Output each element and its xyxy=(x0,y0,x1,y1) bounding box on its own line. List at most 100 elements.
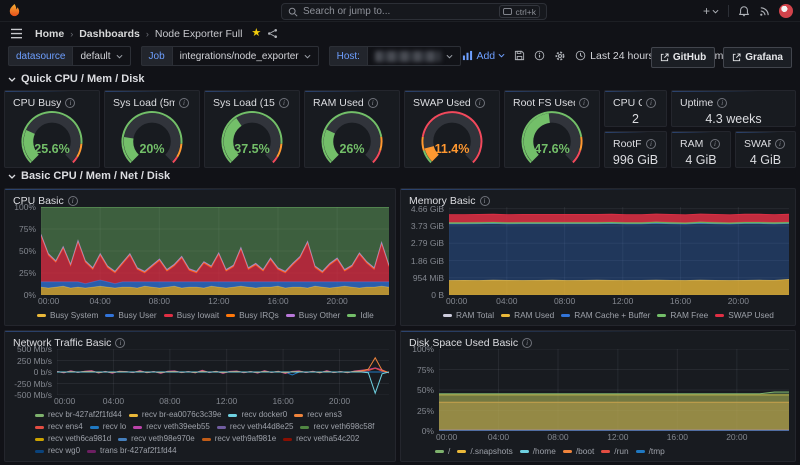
section-quick-cpu-mem-disk[interactable]: Quick CPU / Mem / Disk xyxy=(8,73,144,85)
chevron-down-icon xyxy=(712,9,719,14)
info-icon[interactable]: i xyxy=(775,139,785,149)
plot-area[interactable] xyxy=(449,207,789,295)
info-icon[interactable]: i xyxy=(475,98,485,108)
dashboard-settings-gear-icon[interactable] xyxy=(554,50,566,62)
info-icon[interactable]: i xyxy=(179,98,189,108)
add-button[interactable]: Add xyxy=(462,50,505,62)
panel-title[interactable]: Root FS Used xyxy=(513,97,575,109)
legend-item[interactable]: RAM Cache + Buffer xyxy=(561,309,650,321)
info-icon[interactable]: i xyxy=(646,98,656,108)
legend-item[interactable]: recv ens3 xyxy=(294,409,342,421)
legend-item[interactable]: RAM Free xyxy=(657,309,708,321)
plot-area[interactable] xyxy=(439,349,789,431)
legend-color-key xyxy=(283,438,292,441)
github-link-button[interactable]: GitHub xyxy=(651,47,715,68)
legend-item[interactable]: recv docker0 xyxy=(228,409,287,421)
panel-title[interactable]: Sys Load (5m avg xyxy=(113,97,175,109)
plot-area[interactable] xyxy=(57,349,389,395)
variable-job-select[interactable]: integrations/node_exporter xyxy=(172,46,319,66)
legend-item[interactable]: SWAP Used xyxy=(715,309,774,321)
info-icon[interactable]: i xyxy=(522,338,532,348)
share-icon[interactable] xyxy=(267,28,278,39)
legend-item[interactable]: recv veth39eeb55 xyxy=(133,421,210,433)
search-input[interactable]: Search or jump to... ctrl+k xyxy=(281,3,547,20)
legend-item[interactable]: recv veth98e970e xyxy=(118,433,195,445)
legend-item[interactable]: /tmp xyxy=(636,445,665,457)
legend-item[interactable]: recv ens4 xyxy=(35,421,83,433)
legend-item[interactable]: Busy User xyxy=(105,309,156,321)
legend-item[interactable]: RAM Total xyxy=(443,309,494,321)
info-icon[interactable]: i xyxy=(368,98,378,108)
legend-item[interactable]: / xyxy=(435,445,450,457)
root-fs-used-gauge: 47.6% xyxy=(505,109,599,165)
section-basic-cpu-mem-net-disk[interactable]: Basic CPU / Mem / Net / Disk xyxy=(8,170,170,182)
legend-color-key xyxy=(657,314,666,317)
breadcrumb-home[interactable]: Home xyxy=(35,28,64,40)
y-axis-label: 50% xyxy=(417,385,434,395)
variable-label: datasource xyxy=(8,46,72,66)
info-icon[interactable]: i xyxy=(480,196,490,206)
panel-title[interactable]: Sys Load (15m av xyxy=(213,97,275,109)
memory-basic-chart[interactable]: 0 B954 MiB1.86 GiB2.79 GiB3.73 GiB4.66 G… xyxy=(407,207,789,322)
info-icon[interactable]: i xyxy=(279,98,289,108)
svg-text:37.5%: 37.5% xyxy=(234,142,269,156)
legend-item[interactable]: Busy Iowait xyxy=(164,309,219,321)
legend-item[interactable]: recv veth44d8e25 xyxy=(217,421,294,433)
dashboard-insights-icon[interactable] xyxy=(534,50,545,61)
user-avatar[interactable] xyxy=(779,4,793,18)
info-icon[interactable]: i xyxy=(65,98,75,108)
hamburger-menu-icon[interactable] xyxy=(10,28,23,39)
grafana-logo[interactable] xyxy=(7,3,22,18)
panel-title[interactable]: CPU Co xyxy=(613,97,642,109)
legend-color-key xyxy=(501,314,510,317)
save-dashboard-icon[interactable] xyxy=(514,50,525,61)
breadcrumb-dashboards[interactable]: Dashboards xyxy=(79,28,140,40)
legend-item[interactable]: recv veth698c58f xyxy=(300,421,374,433)
legend-item[interactable]: Busy IRQs xyxy=(226,309,279,321)
legend-item[interactable]: recv veth9af981e xyxy=(202,433,276,445)
panel-title[interactable]: SWAP Used xyxy=(413,97,471,109)
legend-item[interactable]: recv lo xyxy=(90,421,127,433)
legend-item[interactable]: RAM Used xyxy=(501,309,554,321)
legend-item[interactable]: /boot xyxy=(563,445,594,457)
news-rss-icon[interactable] xyxy=(759,6,770,17)
svg-text:47.6%: 47.6% xyxy=(534,142,569,156)
info-icon[interactable]: i xyxy=(646,139,656,149)
legend-item[interactable]: recv vetha54c202 xyxy=(283,433,359,445)
panel-title[interactable]: CPU Busy xyxy=(13,97,61,109)
favorite-star-icon[interactable]: ★ xyxy=(251,28,261,39)
plot-area[interactable] xyxy=(41,207,389,295)
info-icon[interactable]: i xyxy=(115,338,125,348)
legend-item[interactable]: Busy System xyxy=(37,309,98,321)
panel-title[interactable]: RootFS xyxy=(613,138,642,150)
info-icon[interactable]: i xyxy=(68,196,78,206)
variable-host-select[interactable] xyxy=(367,46,461,66)
network-traffic-basic-chart[interactable]: 500 Mb/s250 Mb/s0 b/s-250 Mb/s-500 Mb/s0… xyxy=(11,349,389,458)
variable-datasource-select[interactable]: default xyxy=(72,46,130,66)
legend-item[interactable]: Busy Other xyxy=(286,309,341,321)
notifications-bell-icon[interactable] xyxy=(738,5,750,17)
info-icon[interactable]: i xyxy=(717,98,727,108)
grafana-link-button[interactable]: Grafana xyxy=(723,47,792,68)
legend-item[interactable]: recv wg0 xyxy=(35,445,80,457)
legend-item[interactable]: /run xyxy=(601,445,628,457)
panel-title[interactable]: Uptime xyxy=(680,97,713,109)
legend-item[interactable]: recv br-427af2f1fd44 xyxy=(35,409,122,421)
panel-title[interactable]: RAM Used xyxy=(313,97,364,109)
cpu-basic-chart[interactable]: 0%25%50%75%100%00:0004:0008:0012:0016:00… xyxy=(11,207,389,322)
y-axis: 0%25%50%75%100% xyxy=(11,207,41,295)
info-icon[interactable]: i xyxy=(579,98,589,108)
info-icon[interactable]: i xyxy=(710,139,720,149)
legend-item[interactable]: recv br-ea0076c3c39e xyxy=(129,409,222,421)
panel-title[interactable]: SWAP T xyxy=(744,138,771,150)
legend-item[interactable]: /.snapshots xyxy=(457,445,512,457)
y-axis-label: 25% xyxy=(417,406,434,416)
new-menu-button[interactable]: + xyxy=(703,4,719,18)
legend-label: Busy Other xyxy=(299,309,341,321)
legend-item[interactable]: recv veth6ca981d xyxy=(35,433,111,445)
panel-title[interactable]: RAM To xyxy=(680,138,706,150)
legend-item[interactable]: trans br-427af2f1fd44 xyxy=(87,445,177,457)
disk-space-used-basic-chart[interactable]: 0%25%50%75%100%00:0004:0008:0012:0016:00… xyxy=(407,349,789,458)
legend-item[interactable]: Idle xyxy=(347,309,373,321)
legend-item[interactable]: /home xyxy=(520,445,556,457)
